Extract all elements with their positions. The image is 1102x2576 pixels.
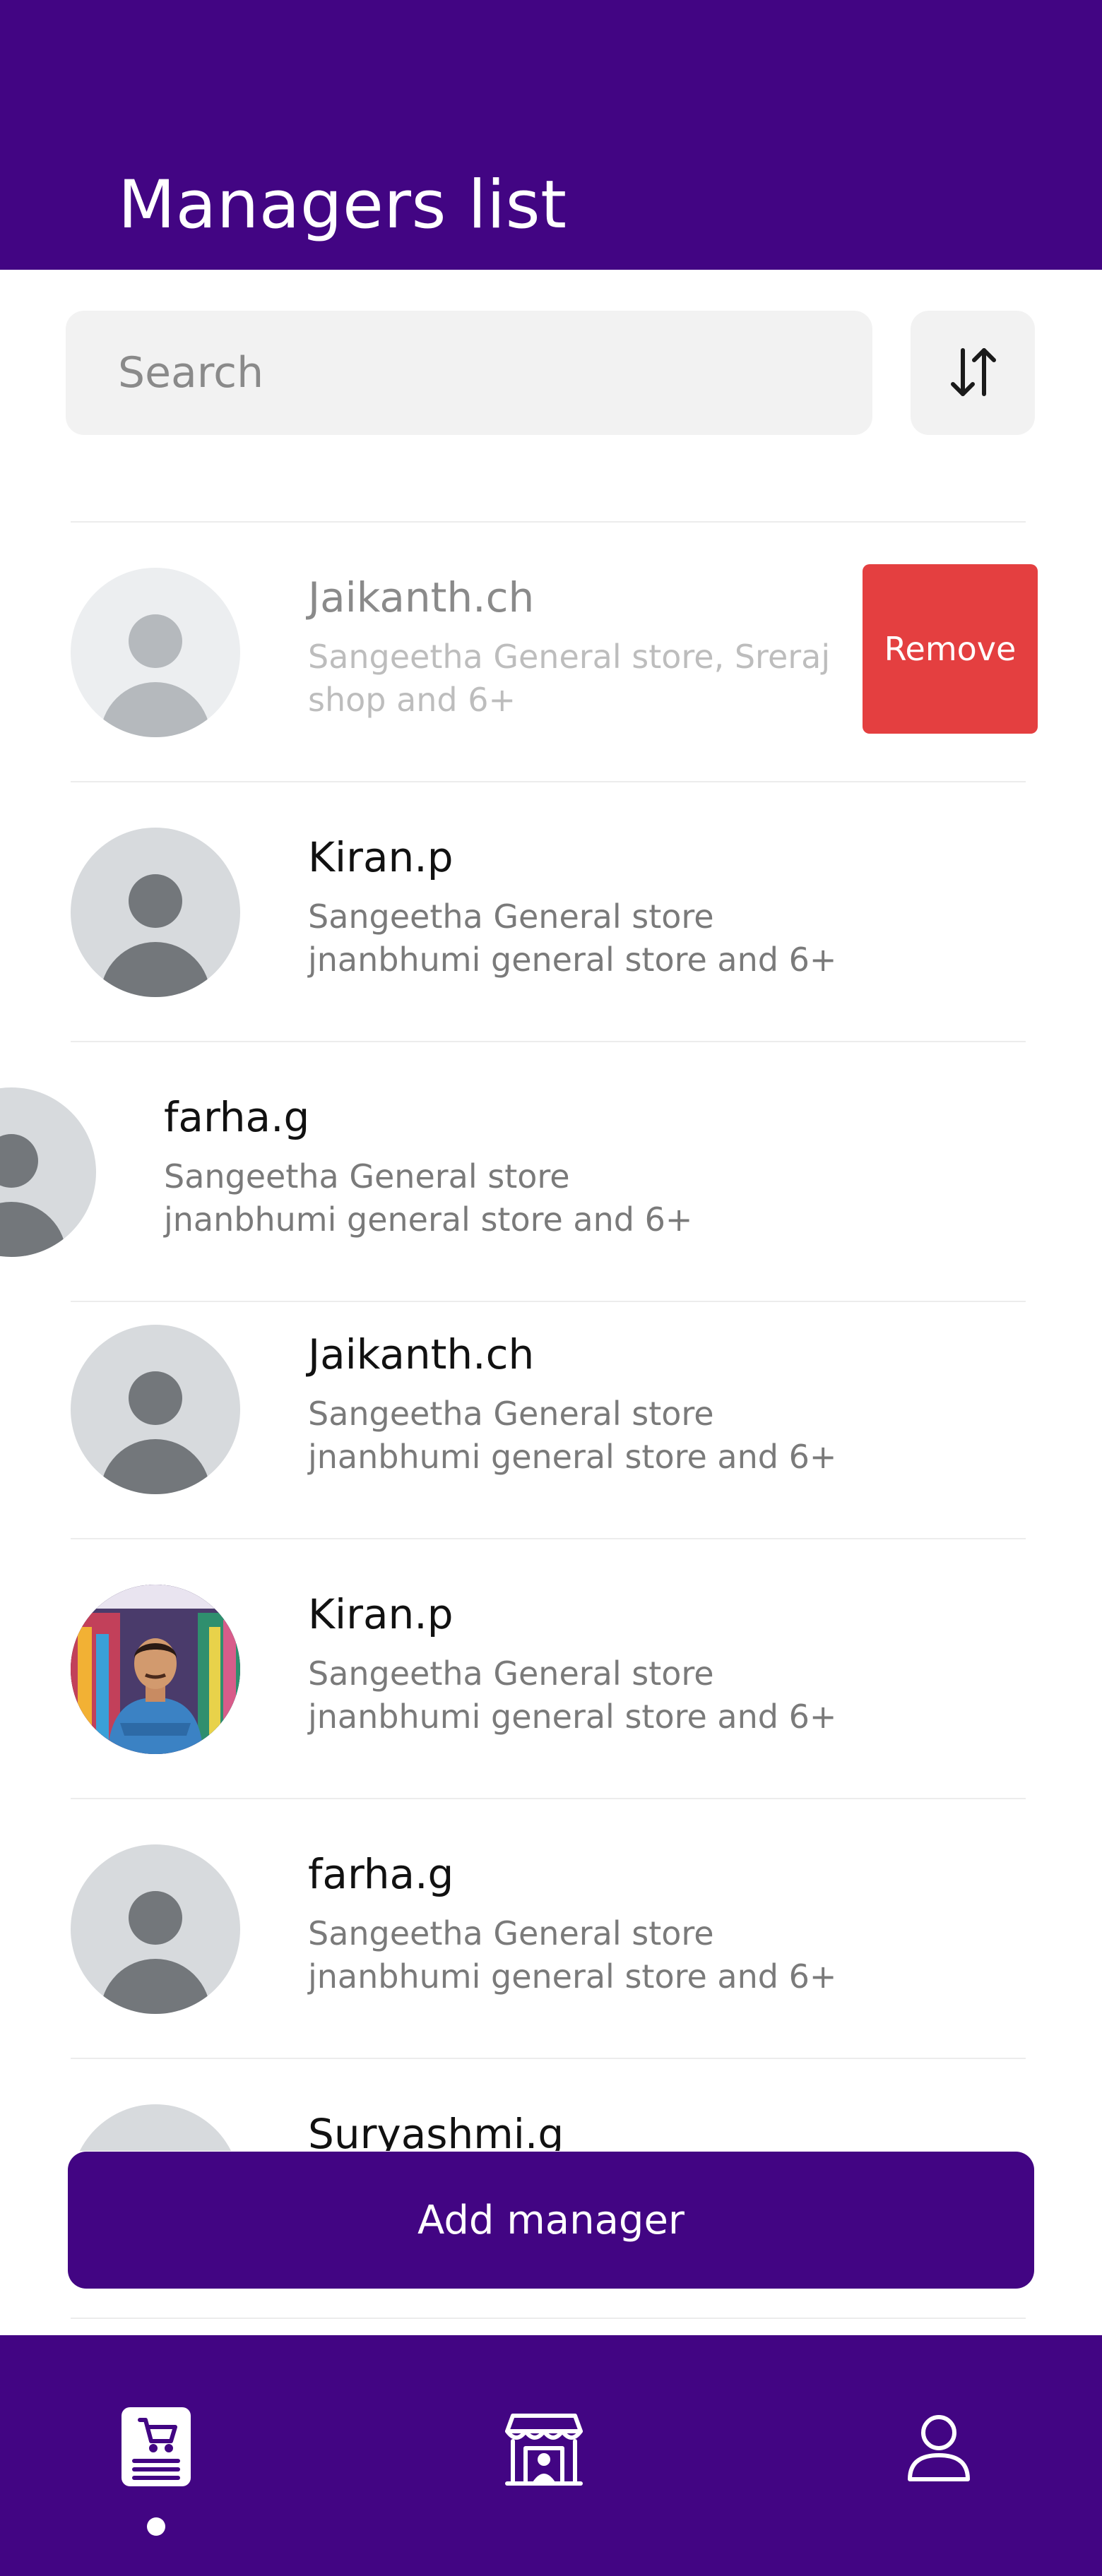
store-line: jnanbhumi general store and 6+ bbox=[308, 1957, 837, 1996]
store-line: Sangeetha General store bbox=[308, 1914, 714, 1952]
manager-name: Suryashmi.g bbox=[308, 2110, 564, 2151]
store-line: Sangeetha General store bbox=[308, 1395, 714, 1433]
avatar bbox=[71, 1325, 240, 1494]
bottom-nav bbox=[0, 2335, 1102, 2576]
store-line: Sangeetha General store, Sreraj bbox=[308, 638, 831, 676]
nav-item-orders[interactable] bbox=[47, 2335, 259, 2576]
person-placeholder-icon bbox=[100, 1371, 211, 1494]
manager-stores: Sangeetha General store jnanbhumi genera… bbox=[164, 1155, 771, 1241]
store-line: shop and 6+ bbox=[308, 681, 516, 719]
active-indicator bbox=[147, 2517, 165, 2536]
manager-stores: Sangeetha General store, Sreraj shop and… bbox=[308, 636, 916, 722]
manager-stores: Sangeetha General store jnanbhumi genera… bbox=[308, 1912, 916, 1998]
manager-row[interactable]: Jaikanth.ch Sangeetha General store jnan… bbox=[0, 1302, 1102, 1538]
sort-arrows-icon bbox=[951, 348, 996, 396]
manager-name: Jaikanth.ch bbox=[308, 573, 535, 621]
store-line: jnanbhumi general store and 6+ bbox=[308, 941, 837, 979]
person-placeholder-icon bbox=[0, 1134, 66, 1257]
manager-row[interactable]: Kiran.p Sangeetha General store jnanbhum… bbox=[0, 782, 1102, 1042]
add-manager-button[interactable]: Add manager bbox=[68, 2152, 1034, 2289]
manager-name: Jaikanth.ch bbox=[308, 1330, 535, 1378]
store-line: jnanbhumi general store and 6+ bbox=[164, 1200, 693, 1239]
avatar bbox=[71, 568, 240, 737]
nav-item-profile[interactable] bbox=[832, 2335, 1044, 2576]
store-person-icon bbox=[505, 2414, 583, 2486]
person-placeholder-icon bbox=[100, 874, 211, 997]
store-line: jnanbhumi general store and 6+ bbox=[308, 1698, 837, 1736]
store-line: Sangeetha General store bbox=[164, 1157, 570, 1195]
search-box[interactable] bbox=[66, 311, 872, 435]
manager-name: Kiran.p bbox=[308, 1590, 454, 1638]
manager-stores: Sangeetha General store jnanbhumi genera… bbox=[308, 1652, 916, 1739]
avatar bbox=[71, 2104, 240, 2151]
search-input[interactable] bbox=[66, 311, 872, 435]
avatar bbox=[71, 1844, 240, 2014]
manager-name: Kiran.p bbox=[308, 833, 454, 881]
cart-document-icon bbox=[122, 2407, 191, 2486]
manager-row[interactable]: farha.g Sangeetha General store jnanbhum… bbox=[0, 1799, 1102, 2059]
store-line: Sangeetha General store bbox=[308, 898, 714, 936]
store-line: Sangeetha General store bbox=[308, 1654, 714, 1693]
manager-stores: Sangeetha General store jnanbhumi genera… bbox=[308, 1393, 916, 1479]
manager-name: farha.g bbox=[308, 1850, 454, 1898]
avatar bbox=[71, 828, 240, 997]
store-line: jnanbhumi general store and 6+ bbox=[308, 1438, 837, 1476]
person-placeholder-icon bbox=[100, 614, 211, 737]
manager-photo bbox=[71, 1585, 240, 1754]
manager-row[interactable]: Suryashmi.g bbox=[0, 2059, 1102, 2151]
person-placeholder-icon bbox=[71, 2104, 240, 2151]
sort-button[interactable] bbox=[911, 311, 1035, 435]
manager-stores: Sangeetha General store jnanbhumi genera… bbox=[308, 895, 916, 982]
avatar bbox=[0, 1087, 96, 1257]
person-placeholder-icon bbox=[100, 1891, 211, 2014]
list-divider bbox=[71, 2318, 1026, 2319]
page-title: Managers list bbox=[118, 167, 567, 244]
manager-row[interactable]: Kiran.p Sangeetha General store jnanbhum… bbox=[0, 1539, 1102, 1799]
avatar-photo bbox=[71, 1585, 240, 1754]
nav-item-stores[interactable] bbox=[438, 2335, 650, 2576]
remove-button[interactable]: Remove bbox=[863, 564, 1038, 734]
app-header: Managers list bbox=[0, 0, 1102, 270]
user-profile-icon bbox=[908, 2415, 970, 2481]
manager-name: farha.g bbox=[164, 1093, 310, 1141]
manager-row-swiped[interactable]: farha.g Sangeetha General store jnanbhum… bbox=[0, 1042, 1102, 1302]
